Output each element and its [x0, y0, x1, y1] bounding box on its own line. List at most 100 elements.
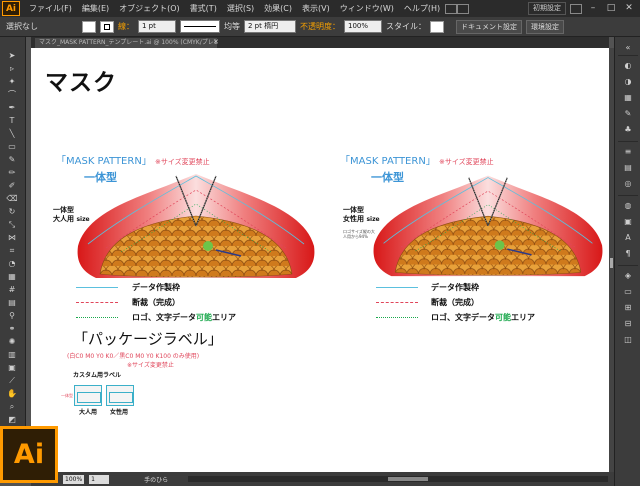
- fill-stroke-icon[interactable]: ◩: [5, 415, 19, 425]
- symbol-sprayer-tool-icon[interactable]: ✺: [5, 337, 19, 347]
- mask-illustration-female: [373, 175, 603, 277]
- maximize-button[interactable]: □: [604, 3, 618, 14]
- selection-tool-icon[interactable]: ➤: [5, 51, 19, 61]
- artboard-tool-icon[interactable]: ▣: [5, 363, 19, 373]
- package-size-note: ※サイズ変更禁止: [127, 362, 174, 369]
- menu-effect[interactable]: 効果(C): [259, 3, 297, 14]
- stroke-label[interactable]: 線：: [118, 21, 134, 32]
- magic-wand-tool-icon[interactable]: ✦: [5, 77, 19, 87]
- style-swatch[interactable]: [430, 20, 444, 33]
- stroke-icon[interactable]: ≡: [622, 147, 634, 157]
- pen-tool-icon[interactable]: ✒: [5, 103, 19, 113]
- tab-close-icon[interactable]: ✕: [213, 38, 219, 46]
- legend-trim-text: 断裁（完成）: [132, 298, 180, 307]
- arrange-documents-icon[interactable]: [457, 3, 470, 14]
- perspective-grid-tool-icon[interactable]: ▦: [5, 272, 19, 282]
- menu-window[interactable]: ウィンドウ(W): [335, 3, 399, 14]
- type-tool-icon[interactable]: T: [5, 116, 19, 126]
- free-transform-tool-icon[interactable]: ⌗: [5, 246, 19, 256]
- width-tool-icon[interactable]: ⋈: [5, 233, 19, 243]
- gradient-icon[interactable]: ▤: [622, 163, 634, 173]
- paintbrush-tool-icon[interactable]: ✎: [5, 155, 19, 165]
- stroke-swatch[interactable]: [100, 20, 114, 33]
- pathfinder-icon[interactable]: ◫: [622, 335, 634, 345]
- label-box-adult: [74, 385, 102, 406]
- close-button[interactable]: ✕: [622, 3, 636, 14]
- gradient-tool-icon[interactable]: ▤: [5, 298, 19, 308]
- legend-frame-line: [76, 287, 118, 288]
- appearance-icon[interactable]: ◍: [622, 201, 634, 211]
- vertical-scroll-thumb[interactable]: [610, 258, 613, 268]
- pattern-heading-1: 「MASK PATTERN」 ※サイズ変更禁止: [56, 152, 210, 167]
- zoom-tool-icon[interactable]: ⌕: [5, 402, 19, 412]
- artboards-icon[interactable]: ▭: [622, 287, 634, 297]
- label-caption-female: 女性用: [110, 409, 129, 416]
- lasso-tool-icon[interactable]: ⌒: [5, 90, 19, 100]
- opacity-label[interactable]: 不透明度：: [300, 21, 340, 32]
- menu-type[interactable]: 書式(T): [185, 3, 222, 14]
- character-icon[interactable]: A: [622, 233, 634, 243]
- pencil-tool-icon[interactable]: ✏: [5, 168, 19, 178]
- blend-tool-icon[interactable]: ⚭: [5, 324, 19, 334]
- align-icon[interactable]: ⊟: [622, 319, 634, 329]
- artboard-number-field[interactable]: 1: [89, 474, 110, 484]
- mesh-tool-icon[interactable]: #: [5, 285, 19, 295]
- transparency-icon[interactable]: ◎: [622, 179, 634, 189]
- zoom-field[interactable]: 100%: [63, 474, 85, 484]
- fill-swatch[interactable]: [82, 20, 96, 33]
- pattern-heading-2: 「MASK PATTERN」 ※サイズ変更禁止: [340, 152, 494, 167]
- scale-tool-icon[interactable]: ⤡: [5, 220, 19, 230]
- shape-builder-tool-icon[interactable]: ◔: [5, 259, 19, 269]
- horizontal-scrollbar[interactable]: [188, 476, 608, 482]
- workspace-switcher[interactable]: 初期設定: [528, 2, 566, 15]
- paragraph-icon[interactable]: ¶: [622, 249, 634, 259]
- mask-illustration-adult: [77, 174, 315, 278]
- stroke-weight-field[interactable]: 1 pt: [138, 20, 176, 33]
- legend-frame-text: データ作製枠: [431, 283, 479, 292]
- document-tab[interactable]: マスク_MASK PATTERN_テンプレート.ai @ 100% (CMYK/…: [35, 38, 217, 48]
- document-setup-button[interactable]: ドキュメント設定: [456, 19, 522, 34]
- menu-select[interactable]: 選択(S): [222, 3, 259, 14]
- symbols-icon[interactable]: ♣: [622, 125, 634, 135]
- blob-brush-tool-icon[interactable]: ✐: [5, 181, 19, 191]
- transform-icon[interactable]: ⊞: [622, 303, 634, 313]
- legend-safe-text: ロゴ、文字データ可能エリア: [431, 312, 535, 323]
- rectangle-tool-icon[interactable]: ▭: [5, 142, 19, 152]
- color-guide-icon[interactable]: ◑: [622, 77, 634, 87]
- menu-object[interactable]: オブジェクト(O): [114, 3, 185, 14]
- brush-definition-field[interactable]: 2 pt 楕円: [244, 20, 296, 33]
- logo-size-note: ロゴサイズ縦の大人用から94%: [343, 229, 375, 239]
- minimize-button[interactable]: –: [586, 3, 600, 14]
- rotate-tool-icon[interactable]: ↻: [5, 207, 19, 217]
- collapse-panels-icon[interactable]: «: [622, 43, 634, 53]
- opacity-field[interactable]: 100%: [344, 20, 382, 33]
- direct-selection-tool-icon[interactable]: ▹: [5, 64, 19, 74]
- hand-tool-icon[interactable]: ✋: [5, 389, 19, 399]
- menu-file[interactable]: ファイル(F): [24, 3, 77, 14]
- legend-trim-line: [376, 302, 418, 303]
- label-box-female: [106, 385, 134, 406]
- artboard-canvas[interactable]: マスク 「MASK PATTERN」 ※サイズ変更禁止 一体型 一体型 大人用 …: [31, 48, 609, 472]
- menu-help[interactable]: ヘルプ(H): [399, 3, 445, 14]
- control-bar: 選択なし 線： 1 pt 均等 2 pt 楕円 不透明度： 100% スタイル：…: [0, 17, 640, 37]
- layers-icon[interactable]: ◈: [622, 271, 634, 281]
- menu-view[interactable]: 表示(V): [297, 3, 335, 14]
- eyedropper-tool-icon[interactable]: ⚲: [5, 311, 19, 321]
- stroke-profile-preview[interactable]: [180, 20, 220, 33]
- stroke-profile-label[interactable]: 均等: [224, 21, 240, 32]
- line-tool-icon[interactable]: ╲: [5, 129, 19, 139]
- legend-safe-prefix: ロゴ、文字データ: [132, 313, 196, 322]
- preferences-button[interactable]: 環境設定: [526, 19, 564, 34]
- brushes-icon[interactable]: ✎: [622, 109, 634, 119]
- eraser-tool-icon[interactable]: ⌫: [5, 194, 19, 204]
- bridge-icon[interactable]: [445, 3, 458, 14]
- column-graph-tool-icon[interactable]: ▥: [5, 350, 19, 360]
- swatches-icon[interactable]: ▦: [622, 93, 634, 103]
- slice-tool-icon[interactable]: ⟋: [5, 376, 19, 386]
- search-icon[interactable]: [570, 3, 582, 14]
- legend-safe-line: [376, 317, 418, 318]
- graphic-styles-icon[interactable]: ▣: [622, 217, 634, 227]
- menu-edit[interactable]: 編集(E): [77, 3, 114, 14]
- legend-safe-line: [76, 317, 118, 318]
- color-panel-icon[interactable]: ◐: [622, 61, 634, 71]
